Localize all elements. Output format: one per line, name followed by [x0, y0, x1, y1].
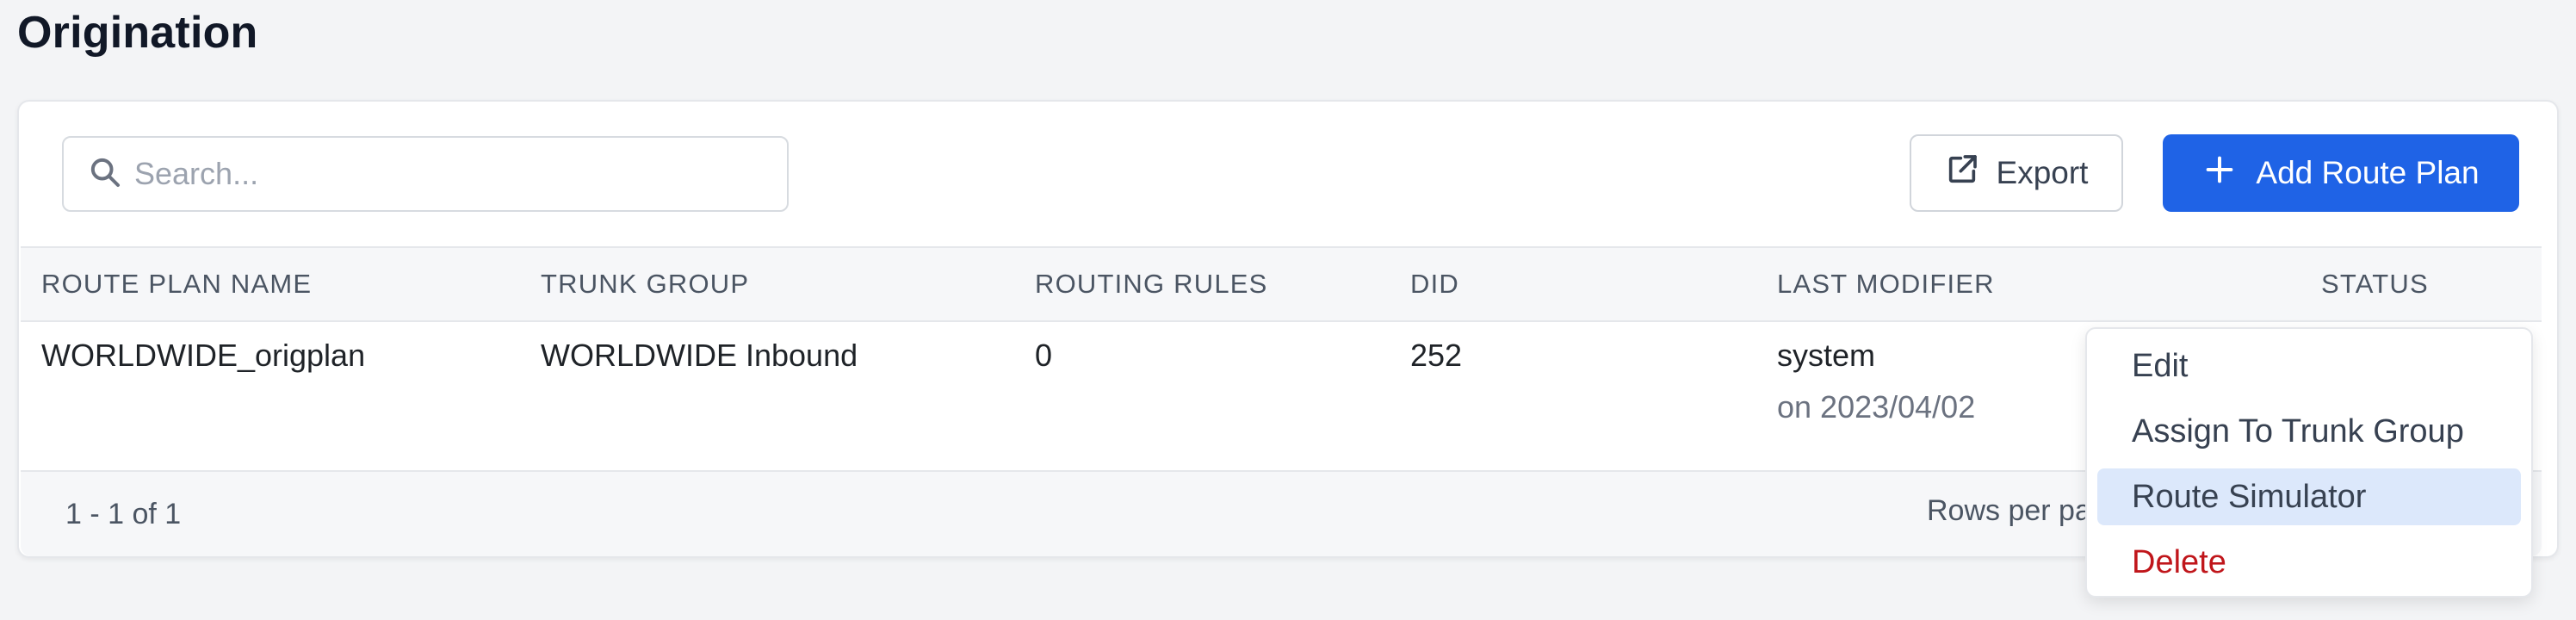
- export-button[interactable]: Export: [1910, 134, 2123, 212]
- cell-routing-rules: 0: [1035, 338, 1053, 373]
- row-actions-menu: Edit Assign To Trunk Group Route Simulat…: [2085, 327, 2533, 598]
- cell-trunk-group: WORLDWIDE Inbound: [541, 338, 858, 373]
- cell-route-plan-name[interactable]: WORLDWIDE_origplan: [41, 338, 365, 374]
- column-header-trunk-group[interactable]: TRUNK GROUP: [541, 248, 749, 320]
- plus-icon: [2202, 152, 2237, 195]
- cell-modified-date: on 2023/04/02: [1777, 389, 1976, 425]
- column-header-last-modifier[interactable]: LAST MODIFIER: [1777, 248, 1995, 320]
- search-icon: [88, 155, 122, 194]
- column-header-status[interactable]: STATUS: [2321, 248, 2429, 320]
- column-header-route-plan-name[interactable]: ROUTE PLAN NAME: [41, 248, 312, 320]
- export-label: Export: [1996, 155, 2089, 190]
- rows-per-page-label: Rows per pa: [1927, 494, 2091, 527]
- page-title: Origination: [17, 8, 258, 58]
- menu-item-delete[interactable]: Delete: [2097, 534, 2521, 591]
- add-route-plan-button[interactable]: Add Route Plan: [2163, 134, 2519, 212]
- table-header: ROUTE PLAN NAME TRUNK GROUP ROUTING RULE…: [21, 246, 2542, 322]
- menu-item-route-simulator[interactable]: Route Simulator: [2097, 468, 2521, 525]
- pagination-range: 1 - 1 of 1: [65, 498, 182, 530]
- column-header-did[interactable]: DID: [1410, 248, 1459, 320]
- cell-last-modifier: system: [1777, 338, 1876, 373]
- menu-item-assign-to-trunk-group[interactable]: Assign To Trunk Group: [2097, 403, 2521, 460]
- menu-item-edit[interactable]: Edit: [2097, 338, 2521, 394]
- column-header-routing-rules[interactable]: ROUTING RULES: [1035, 248, 1268, 320]
- external-link-icon: [1945, 152, 1979, 195]
- search-input[interactable]: [133, 155, 770, 193]
- search-box[interactable]: [62, 136, 789, 212]
- add-route-plan-label: Add Route Plan: [2256, 155, 2480, 190]
- cell-did: 252: [1410, 338, 1463, 373]
